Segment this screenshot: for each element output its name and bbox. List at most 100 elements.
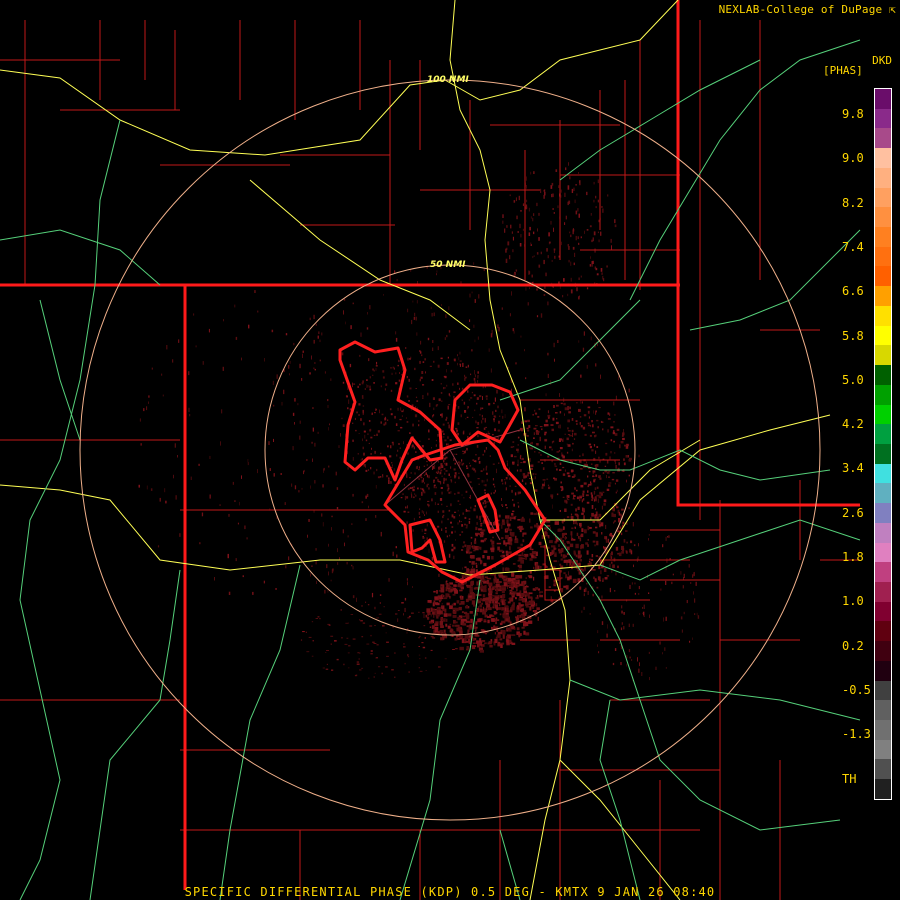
echo-speck bbox=[341, 637, 343, 639]
echo-speck bbox=[426, 511, 427, 515]
echo-speck bbox=[601, 532, 603, 535]
echo-speck bbox=[438, 573, 440, 577]
echo-speck bbox=[373, 369, 375, 372]
echo-speck bbox=[464, 523, 466, 526]
echo-speck bbox=[418, 420, 420, 422]
echo-speck bbox=[503, 599, 506, 604]
legend-swatch bbox=[875, 424, 891, 444]
echo-speck bbox=[663, 617, 664, 622]
echo-speck bbox=[424, 514, 425, 516]
echo-speck bbox=[440, 637, 444, 641]
echo-speck bbox=[475, 569, 478, 573]
echo-speck bbox=[516, 623, 518, 626]
echo-speck bbox=[542, 467, 545, 470]
echo-speck bbox=[161, 373, 163, 376]
echo-speck bbox=[628, 474, 630, 477]
echo-speck bbox=[619, 642, 621, 644]
echo-speck bbox=[368, 505, 369, 509]
echo-speck bbox=[469, 611, 473, 614]
echo-speck bbox=[547, 535, 549, 538]
echo-speck bbox=[606, 488, 610, 491]
echo-speck bbox=[399, 456, 401, 459]
echo-speck bbox=[534, 524, 538, 528]
echo-speck bbox=[643, 604, 645, 609]
echo-speck bbox=[392, 443, 394, 446]
echo-speck bbox=[464, 638, 467, 641]
echo-speck bbox=[507, 528, 512, 531]
echo-speck bbox=[607, 412, 610, 415]
echo-speck bbox=[623, 626, 625, 630]
echo-speck bbox=[442, 423, 445, 426]
echo-speck bbox=[568, 571, 569, 576]
echo-speck bbox=[342, 529, 344, 534]
external-link-icon[interactable]: ⇱ bbox=[889, 3, 896, 16]
echo-speck bbox=[621, 605, 623, 609]
echo-speck bbox=[495, 597, 499, 601]
echo-speck bbox=[620, 514, 622, 519]
echo-speck bbox=[559, 462, 562, 465]
echo-speck bbox=[451, 603, 454, 606]
echo-speck bbox=[579, 416, 582, 418]
echo-speck bbox=[692, 574, 694, 578]
echo-speck bbox=[457, 406, 460, 409]
echo-speck bbox=[311, 565, 313, 567]
echo-speck bbox=[429, 402, 431, 408]
echo-speck bbox=[507, 577, 512, 582]
echo-speck bbox=[512, 602, 515, 606]
echo-speck bbox=[496, 468, 497, 474]
echo-speck bbox=[559, 411, 562, 414]
echo-speck bbox=[555, 552, 557, 557]
echo-speck bbox=[618, 511, 620, 516]
echo-speck bbox=[502, 567, 505, 572]
echo-speck bbox=[504, 481, 507, 485]
echo-speck bbox=[451, 514, 454, 518]
echo-speck bbox=[525, 632, 530, 636]
echo-speck bbox=[600, 420, 603, 423]
echo-speck bbox=[499, 638, 503, 641]
echo-speck bbox=[140, 443, 142, 446]
echo-speck bbox=[525, 605, 530, 608]
echo-speck bbox=[423, 511, 425, 515]
echo-speck bbox=[535, 565, 538, 570]
echo-speck bbox=[359, 652, 361, 654]
echo-speck bbox=[542, 479, 546, 481]
echo-speck bbox=[148, 401, 149, 404]
echo-speck bbox=[463, 541, 466, 544]
echo-speck bbox=[436, 270, 438, 273]
echo-speck bbox=[364, 388, 366, 390]
echo-speck bbox=[465, 418, 467, 420]
echo-speck bbox=[441, 304, 442, 306]
echo-speck bbox=[575, 235, 577, 241]
echo-speck bbox=[697, 615, 700, 619]
echo-speck bbox=[526, 435, 529, 437]
echo-speck bbox=[616, 540, 617, 543]
echo-speck bbox=[458, 357, 460, 361]
echo-speck bbox=[533, 171, 535, 174]
echo-speck bbox=[327, 590, 329, 593]
echo-speck bbox=[454, 493, 456, 495]
echo-speck bbox=[271, 329, 274, 333]
echo-speck bbox=[470, 506, 472, 509]
echo-speck bbox=[522, 539, 525, 543]
echo-speck bbox=[539, 436, 541, 442]
echo-speck bbox=[513, 503, 515, 507]
echo-speck bbox=[638, 543, 639, 547]
echo-speck bbox=[590, 256, 591, 259]
echo-speck bbox=[494, 489, 496, 493]
echo-speck bbox=[536, 563, 539, 566]
echo-speck bbox=[499, 622, 503, 626]
echo-speck bbox=[422, 395, 424, 398]
echo-speck bbox=[540, 566, 542, 569]
echo-speck bbox=[539, 594, 543, 598]
echo-speck bbox=[469, 481, 472, 483]
echo-speck bbox=[506, 460, 508, 463]
echo-speck bbox=[526, 601, 531, 604]
echo-speck bbox=[305, 631, 307, 633]
echo-speck bbox=[490, 539, 493, 542]
echo-speck bbox=[477, 457, 480, 461]
echo-speck bbox=[595, 464, 599, 467]
echo-speck bbox=[488, 570, 490, 572]
echo-speck bbox=[455, 539, 456, 541]
echo-speck bbox=[571, 476, 575, 478]
echo-speck bbox=[241, 475, 242, 479]
